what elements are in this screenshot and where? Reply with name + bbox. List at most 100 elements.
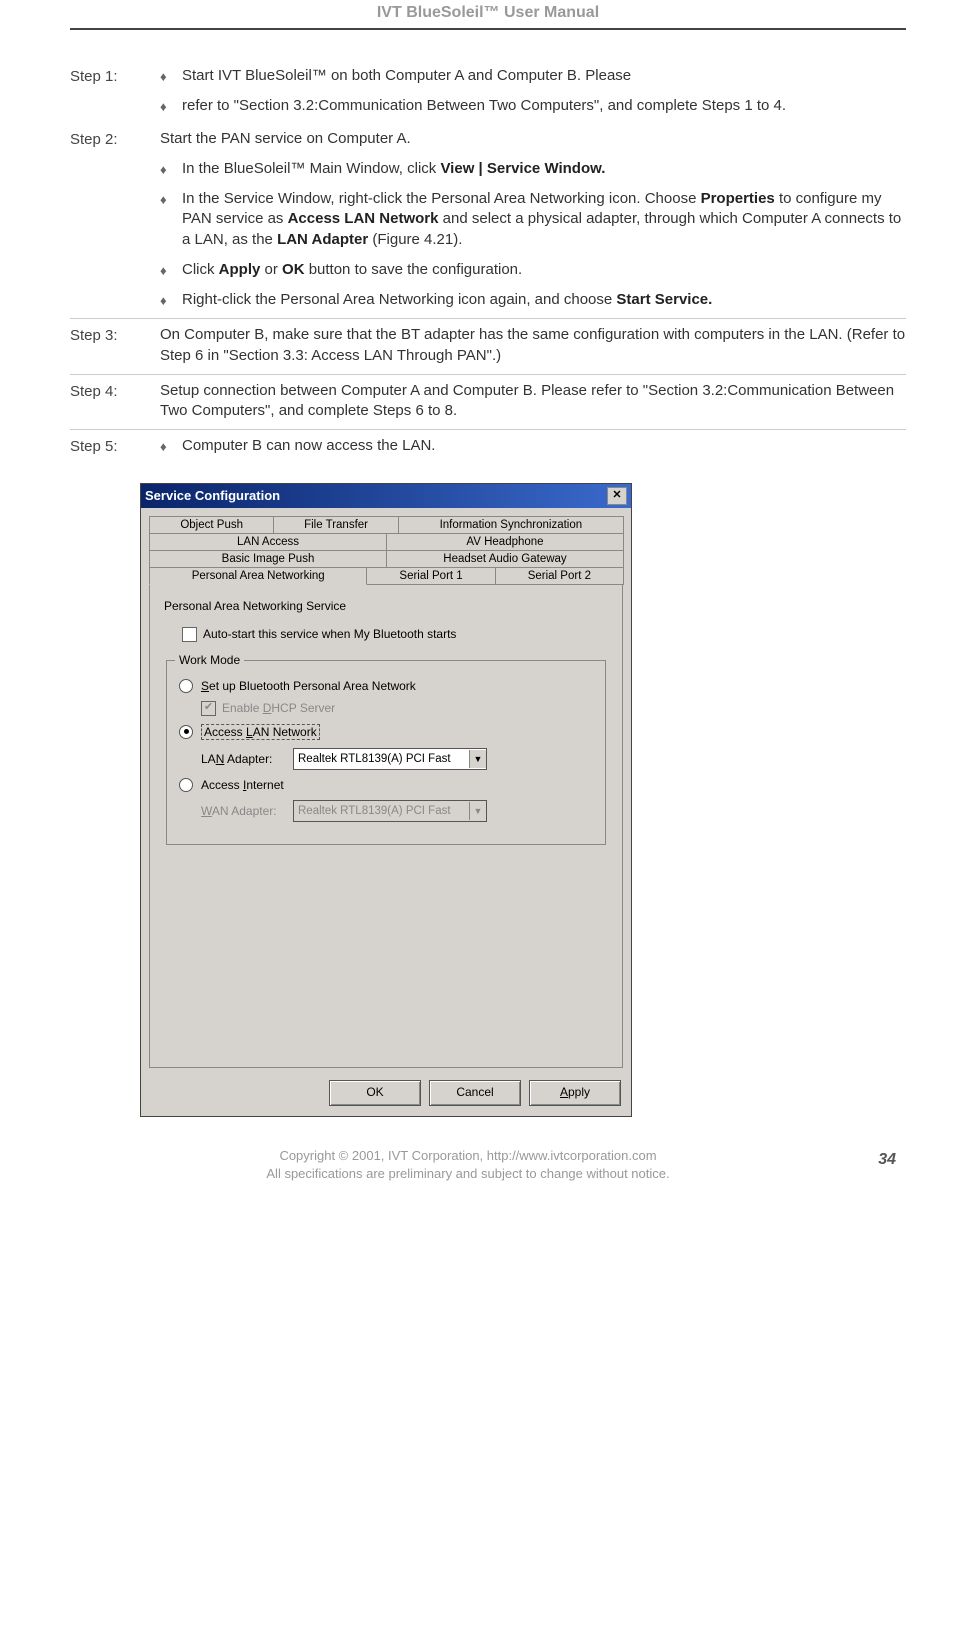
text: AN Adapter: <box>212 804 277 818</box>
autostart-label: Auto-start this service when My Bluetoot… <box>203 627 456 641</box>
text: Access <box>201 778 243 792</box>
step-1-label: Step 1: <box>70 66 160 117</box>
text: AN Network <box>253 725 317 739</box>
wan-adapter-row: WAN Adapter: Realtek RTL8139(A) PCI Fast… <box>201 800 593 822</box>
step-3: Step 3: On Computer B, make sure that th… <box>70 319 906 375</box>
step-5-label: Step 5: <box>70 436 160 456</box>
radio-icon[interactable] <box>179 679 193 693</box>
dhcp-checkbox-row: ✔ Enable DHCP Server <box>201 701 593 716</box>
text: W <box>201 804 212 818</box>
step-2-bullet-1: In the BlueSoleil™ Main Window, click Vi… <box>160 159 906 179</box>
cancel-button[interactable]: Cancel <box>429 1080 521 1106</box>
lan-adapter-value: Realtek RTL8139(A) PCI Fast <box>294 753 469 765</box>
tab-serial-1[interactable]: Serial Port 1 <box>366 567 495 585</box>
page-header: IVT BlueSoleil™ User Manual <box>70 0 906 28</box>
tab-basic-image-push[interactable]: Basic Image Push <box>149 550 387 567</box>
page-number: 34 <box>856 1147 896 1169</box>
bullet-icon <box>160 189 182 250</box>
step-2-bullet-4: Right-click the Personal Area Networking… <box>160 290 906 310</box>
dhcp-checkbox: ✔ <box>201 701 216 716</box>
bold-text: Apply <box>219 261 261 278</box>
bold-text: LAN Adapter <box>277 231 368 248</box>
dialog-titlebar: Service Configuration ✕ <box>141 484 631 508</box>
bullet-icon <box>160 96 182 116</box>
tab-serial-2[interactable]: Serial Port 2 <box>495 567 624 585</box>
tab-lan-access[interactable]: LAN Access <box>149 533 387 550</box>
text: Enable <box>222 701 263 715</box>
header-rule <box>70 28 906 30</box>
tab-headset-gateway[interactable]: Headset Audio Gateway <box>386 550 624 567</box>
step-2-intro: Start the PAN service on Computer A. <box>160 129 906 149</box>
step-1-text-1: Start IVT BlueSoleil™ on both Computer A… <box>182 66 906 86</box>
workmode-fieldset: Work Mode Set up Bluetooth Personal Area… <box>166 660 606 845</box>
text: button to save the configuration. <box>305 261 523 278</box>
tab-content: Personal Area Networking Service Auto-st… <box>149 584 623 1068</box>
text: Click <box>182 261 219 278</box>
step-1-text-2: refer to "Section 3.2:Communication Betw… <box>182 96 906 116</box>
bold-text: Properties <box>701 190 775 207</box>
text: Right-click the Personal Area Networking… <box>182 291 616 308</box>
tab-object-push[interactable]: Object Push <box>149 516 274 533</box>
steps-list: Step 1: Start IVT BlueSoleil™ on both Co… <box>70 60 906 463</box>
bullet-icon <box>160 66 182 86</box>
tab-info-sync[interactable]: Information Synchronization <box>398 516 624 533</box>
text: S <box>201 679 209 693</box>
step-4-label: Step 4: <box>70 381 160 422</box>
tab-av-headphone[interactable]: AV Headphone <box>386 533 624 550</box>
step-5: Step 5: Computer B can now access the LA… <box>70 430 906 462</box>
tab-file-transfer[interactable]: File Transfer <box>273 516 398 533</box>
step-4: Step 4: Setup connection between Compute… <box>70 375 906 431</box>
step-2-label: Step 2: <box>70 129 160 311</box>
autostart-checkbox[interactable] <box>182 627 197 642</box>
ok-button[interactable]: OK <box>329 1080 421 1106</box>
footer-disclaimer: All specifications are preliminary and s… <box>80 1165 856 1183</box>
radio-icon[interactable] <box>179 778 193 792</box>
step-2: Step 2: Start the PAN service on Compute… <box>70 123 906 320</box>
autostart-checkbox-row[interactable]: Auto-start this service when My Bluetoot… <box>182 627 608 642</box>
step-3-text: On Computer B, make sure that the BT ada… <box>160 325 906 366</box>
page-footer: Copyright © 2001, IVT Corporation, http:… <box>70 1147 906 1203</box>
bold-text: OK <box>282 261 305 278</box>
bullet-icon <box>160 290 182 310</box>
text: or <box>260 261 282 278</box>
apply-button[interactable]: Apply <box>529 1080 621 1106</box>
dropdown-arrow-icon: ▼ <box>469 802 486 820</box>
step-2-bullet-2: In the Service Window, right-click the P… <box>160 189 906 250</box>
text: Adapter: <box>224 752 272 766</box>
service-name-label: Personal Area Networking Service <box>164 599 608 613</box>
service-config-dialog: Service Configuration ✕ Object Push File… <box>140 483 632 1117</box>
close-button[interactable]: ✕ <box>607 487 627 505</box>
lan-adapter-dropdown[interactable]: Realtek RTL8139(A) PCI Fast ▼ <box>293 748 487 770</box>
step-2-bullet-3: Click Apply or OK button to save the con… <box>160 260 906 280</box>
bold-text: Start Service. <box>616 291 712 308</box>
workmode-legend: Work Mode <box>175 653 244 667</box>
step-1-bullet-2: refer to "Section 3.2:Communication Betw… <box>160 96 906 116</box>
tab-pan[interactable]: Personal Area Networking <box>149 567 367 585</box>
text: et up Bluetooth Personal Area Network <box>209 679 416 693</box>
dialog-title: Service Configuration <box>145 488 607 503</box>
radio-icon[interactable] <box>179 725 193 739</box>
text: nternet <box>246 778 283 792</box>
radio-access-lan[interactable]: Access LAN Network <box>179 724 593 740</box>
radio-setup-pan[interactable]: Set up Bluetooth Personal Area Network <box>179 679 593 693</box>
bullet-icon <box>160 260 182 280</box>
dropdown-arrow-icon[interactable]: ▼ <box>469 750 486 768</box>
footer-copyright: Copyright © 2001, IVT Corporation, http:… <box>80 1147 856 1165</box>
text: LA <box>201 752 216 766</box>
text: pply <box>568 1085 590 1099</box>
text: HCP Server <box>271 701 335 715</box>
lan-adapter-row: LAN Adapter: Realtek RTL8139(A) PCI Fast… <box>201 748 593 770</box>
bold-text: View | Service Window. <box>440 160 605 177</box>
step-5-bullet-1: Computer B can now access the LAN. <box>160 436 906 456</box>
tabs-area: Object Push File Transfer Information Sy… <box>141 508 631 1072</box>
bullet-icon <box>160 436 182 456</box>
text: L <box>246 725 253 739</box>
text: In the Service Window, right-click the P… <box>182 190 701 207</box>
step-1: Step 1: Start IVT BlueSoleil™ on both Co… <box>70 60 906 123</box>
wan-adapter-value: Realtek RTL8139(A) PCI Fast <box>294 805 469 817</box>
radio-access-internet[interactable]: Access Internet <box>179 778 593 792</box>
step-1-bullet-1: Start IVT BlueSoleil™ on both Computer A… <box>160 66 906 86</box>
bullet-icon <box>160 159 182 179</box>
step-3-label: Step 3: <box>70 325 160 366</box>
dialog-buttons: OK Cancel Apply <box>141 1072 631 1116</box>
